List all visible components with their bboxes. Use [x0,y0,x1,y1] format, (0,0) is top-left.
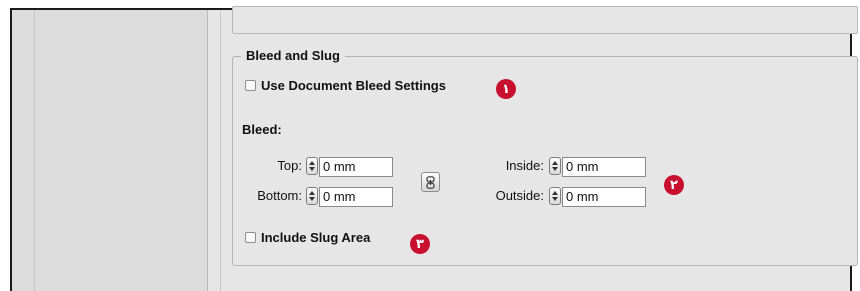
settings-panel: Bleed and Slug Use Document Bleed Settin… [208,6,858,291]
outside-label: Outside: [495,188,544,203]
chain-link-button[interactable] [421,172,440,192]
dialog-frame: Bleed and Slug Use Document Bleed Settin… [10,6,858,291]
panel-divider [220,10,221,291]
inside-stepper[interactable] [549,157,561,175]
use-document-bleed-checkbox[interactable] [245,80,256,91]
stepper-down-icon [309,167,315,171]
callout-2-badge: ٢ [664,175,684,195]
callout-1-badge: ١ [496,79,516,99]
sidebar-divider [34,10,35,291]
bleed-heading: Bleed: [242,122,282,137]
stepper-up-icon [552,191,558,195]
category-sidebar [12,10,208,291]
include-slug-checkbox[interactable] [245,232,256,243]
include-slug-row[interactable]: Include Slug Area [245,230,370,245]
outside-stepper[interactable] [549,187,561,205]
inside-label: Inside: [505,158,544,173]
top-label: Top: [277,158,302,173]
bleed-slug-title: Bleed and Slug [241,48,345,63]
stepper-down-icon [552,197,558,201]
stepper-down-icon [309,197,315,201]
previous-group-box [232,6,858,34]
bottom-label: Bottom: [257,188,302,203]
use-document-bleed-label: Use Document Bleed Settings [261,78,446,93]
stepper-down-icon [552,167,558,171]
bottom-bleed-input[interactable]: 0 mm [319,187,393,207]
top-stepper[interactable] [306,157,318,175]
include-slug-label: Include Slug Area [261,230,371,245]
bottom-stepper[interactable] [306,187,318,205]
stepper-up-icon [309,191,315,195]
stepper-up-icon [552,161,558,165]
use-document-bleed-row[interactable]: Use Document Bleed Settings [245,78,446,93]
stepper-up-icon [309,161,315,165]
outside-bleed-input[interactable]: 0 mm [562,187,646,207]
inside-bleed-input[interactable]: 0 mm [562,157,646,177]
chain-link-icon [426,175,435,189]
top-bleed-input[interactable]: 0 mm [319,157,393,177]
callout-3-badge: ٣ [410,234,430,254]
